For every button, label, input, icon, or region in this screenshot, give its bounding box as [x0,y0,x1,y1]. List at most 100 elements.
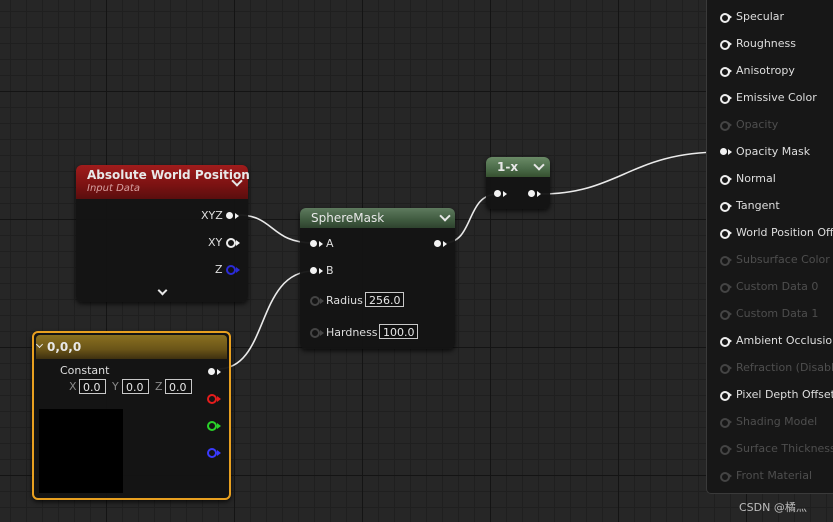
material-input-row[interactable]: Custom Data 0 [707,278,833,296]
pin-arrow-icon [217,450,221,456]
material-input-row[interactable]: Normal [707,170,833,188]
pin-arrow-icon [236,240,240,246]
node-title: 1-x [497,160,519,174]
material-graph-canvas[interactable]: Absolute World Position Input Data XYZ X… [0,0,833,522]
pin-arrow-icon [728,41,732,47]
pin-arrow-icon [217,396,221,402]
node-header[interactable]: SphereMask [300,208,455,228]
pin-arrow-icon [443,241,447,247]
pin-arrow-icon [537,191,541,197]
chevron-down-icon[interactable] [35,340,44,349]
watermark-text: CSDN @橘灬 [739,501,807,514]
output-pin-r[interactable] [207,394,217,404]
material-input-label: Roughness [736,37,797,50]
node-header[interactable]: 0,0,0 [35,335,227,359]
material-input-row[interactable]: Anisotropy [707,62,833,80]
pin-arrow-icon [319,241,323,247]
z-value-field[interactable]: 0.0 [165,379,192,394]
pin-arrow-icon [728,68,732,74]
x-value-field[interactable]: 0.0 [79,379,106,394]
material-input-row[interactable]: Pixel Depth Offset [707,386,833,404]
node-title: 0,0,0 [47,340,82,354]
node-header[interactable]: 1-x [486,157,550,177]
pin-arrow-icon [728,392,732,398]
hardness-field[interactable]: 100.0 [379,324,418,339]
material-input-row[interactable]: Shading Model [707,413,833,431]
pin-arrow-icon [728,446,732,452]
z-label: Z [155,380,163,393]
pin-arrow-icon [728,230,732,236]
pin-arrow-icon [728,122,732,128]
chevron-down-icon[interactable] [439,210,451,222]
material-input-row[interactable]: Subsurface Color [707,251,833,269]
material-input-row[interactable]: Ambient Occlusion [707,332,833,350]
output-label-z: Z [215,263,223,276]
x-label: X [69,380,77,393]
material-input-row[interactable]: Emissive Color [707,89,833,107]
material-input-label: Ambient Occlusion [736,334,833,347]
output-label-xyz: XYZ [201,209,223,222]
output-pin-b[interactable] [207,448,217,458]
material-input-label: Refraction (Disabled) [736,361,833,374]
pin-arrow-icon [728,176,732,182]
input-pin-b[interactable] [310,267,317,274]
material-input-row[interactable]: World Position Offset [707,224,833,242]
material-input-label: Subsurface Color [736,253,830,266]
node-title: Absolute World Position [87,168,250,182]
absolute-world-position-node[interactable]: Absolute World Position Input Data XYZ X… [76,165,250,302]
y-label: Y [112,380,119,393]
node-title: SphereMask [311,211,385,225]
output-pin-xy[interactable] [226,238,236,248]
pin-arrow-icon [728,95,732,101]
pin-arrow-icon [728,338,732,344]
material-input-row[interactable]: Tangent [707,197,833,215]
material-input-row[interactable]: Roughness [707,35,833,53]
wire-1x-to-opacity-mask[interactable] [539,151,723,195]
radius-label: Radius [326,294,363,307]
expand-chevron-icon[interactable] [157,285,168,296]
material-input-label: World Position Offset [736,226,833,239]
output-pin-rgb[interactable] [208,368,215,375]
material-output-node[interactable]: Specular Roughness Anisotropy Emissive Colo… [706,0,833,494]
node-header[interactable]: Absolute World Position Input Data [76,165,250,199]
one-minus-node[interactable]: 1-x [486,157,550,209]
chevron-down-icon[interactable] [533,159,545,171]
output-pin-spheremask[interactable] [434,240,441,247]
output-pin-z[interactable] [226,265,236,275]
input-pin-hardness[interactable] [310,328,320,338]
material-input-label: Normal [736,172,776,185]
radius-field[interactable]: 256.0 [365,292,404,307]
pin-arrow-icon [236,267,240,273]
hardness-label: Hardness [326,326,378,339]
input-label-a: A [326,237,334,250]
material-input-row[interactable]: Front Material [707,467,833,485]
output-pin-g[interactable] [207,421,217,431]
sphere-mask-node[interactable]: SphereMask A B Radius 256.0 Hardness 100… [300,208,455,349]
material-input-row[interactable]: Refraction (Disabled) [707,359,833,377]
output-pin-1x[interactable] [528,190,535,197]
input-pin-1x[interactable] [494,190,501,197]
pin-arrow-icon [728,257,732,263]
pin-arrow-icon [503,191,507,197]
output-pin-xyz[interactable] [226,212,233,219]
material-input-pin[interactable] [720,148,727,155]
input-pin-radius[interactable] [310,296,320,306]
material-input-row[interactable]: Specular [707,8,833,26]
material-input-row[interactable]: Opacity [707,116,833,134]
constant-node[interactable]: 0,0,0 Constant X 0.0 Y 0.0 Z 0.0 [32,331,231,500]
pin-arrow-icon [217,423,221,429]
pin-arrow-icon [728,473,732,479]
pin-arrow-icon [320,298,324,304]
material-input-label: Shading Model [736,415,818,428]
material-input-row[interactable]: Opacity Mask [707,143,833,161]
material-input-label: Pixel Depth Offset [736,388,833,401]
input-pin-a[interactable] [310,240,317,247]
pin-arrow-icon [320,330,324,336]
material-input-row[interactable]: Custom Data 1 [707,305,833,323]
node-subtitle: Input Data [87,183,140,194]
material-input-row[interactable]: Surface Thickness [707,440,833,458]
material-input-label: Emissive Color [736,91,817,104]
y-value-field[interactable]: 0.0 [122,379,149,394]
material-input-label: Surface Thickness [736,442,833,455]
material-input-label: Front Material [736,469,813,482]
